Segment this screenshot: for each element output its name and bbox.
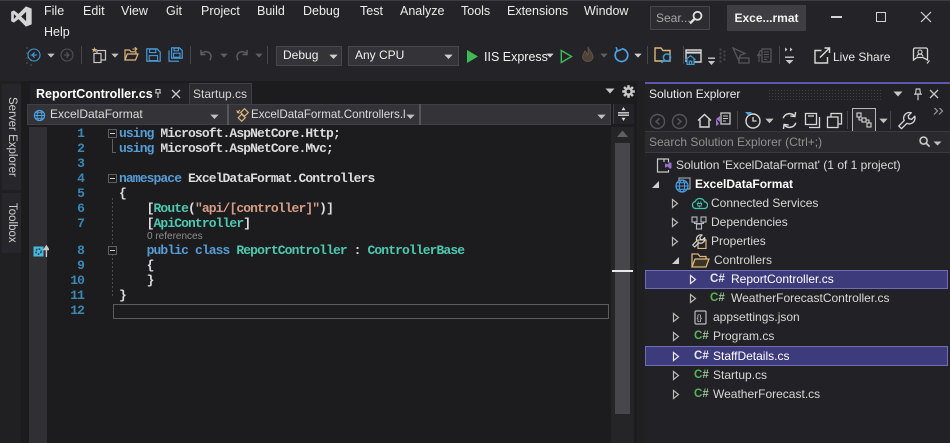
svg-text:{}: {} xyxy=(697,314,703,323)
